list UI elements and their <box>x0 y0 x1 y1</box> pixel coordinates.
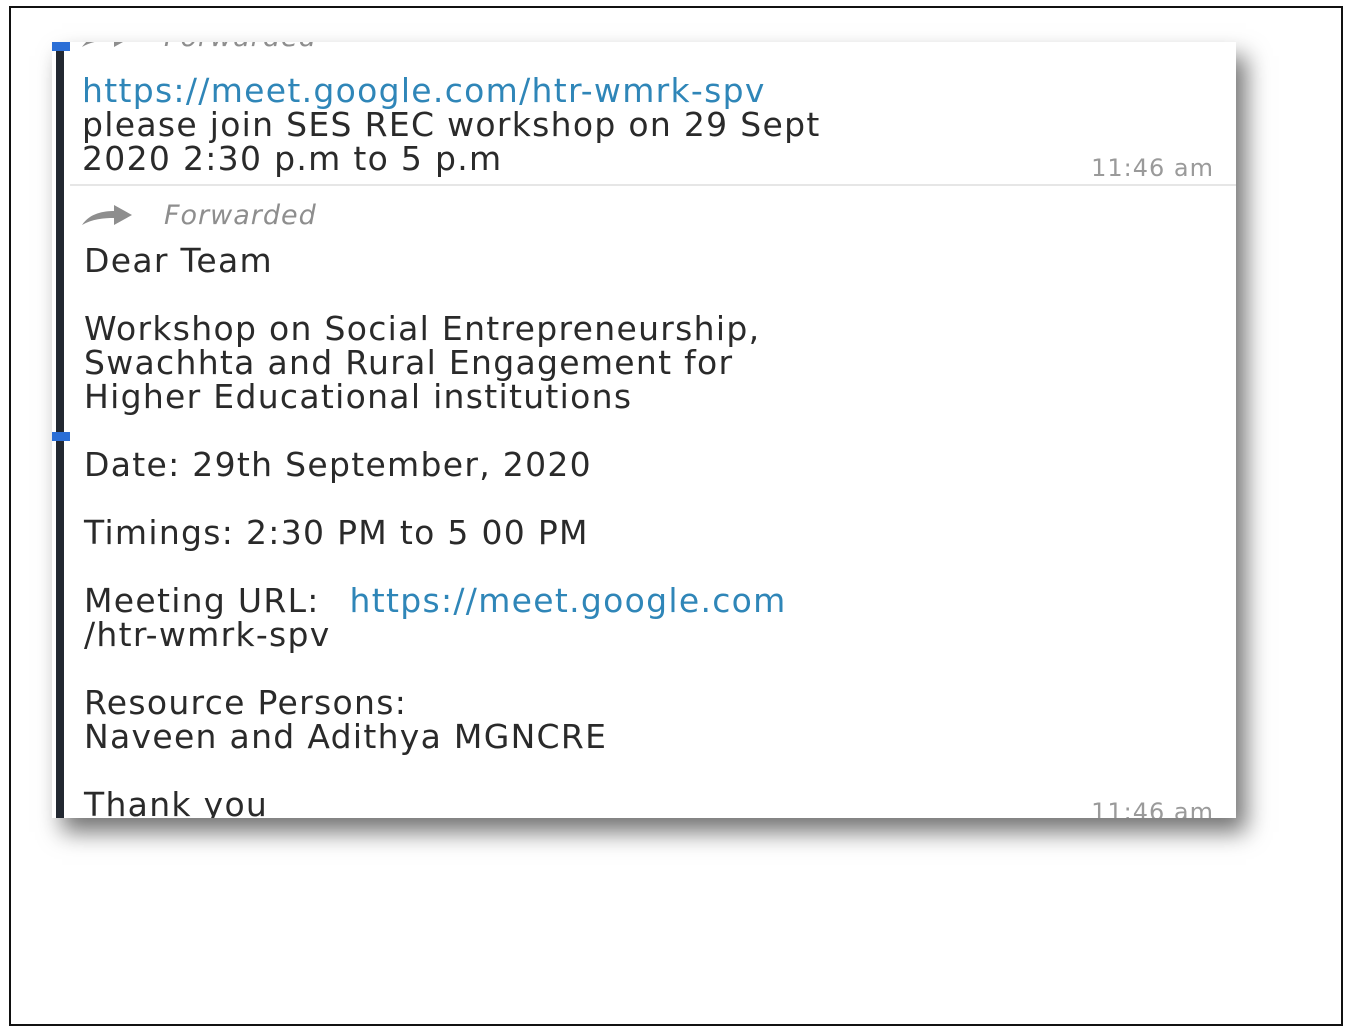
message-1-line1: please join SES REC workshop on 29 Sept <box>82 105 821 144</box>
meeting-url-link-continued[interactable]: /htr-wmrk-spv <box>84 618 1196 652</box>
message-1-line2: 2020 2:30 p.m to 5 p.m <box>82 139 503 178</box>
workshop-title-line3: Higher Educational institutions <box>84 377 633 416</box>
selection-bar <box>56 42 64 818</box>
message-bubble-1[interactable]: Forwarded https://meet.google.com/htr-wm… <box>70 42 1236 186</box>
forwarded-label: Forwarded <box>164 200 317 231</box>
meeting-url-line: Meeting URL: https://meet.google.com <box>84 584 1196 618</box>
forwarded-row: Forwarded <box>80 42 317 53</box>
message-1-body: https://meet.google.com/htr-wmrk-spv <box>82 74 1196 108</box>
message-1-time: 11:46 am <box>1091 154 1214 182</box>
forwarded-label: Forwarded <box>164 42 317 53</box>
message-2-time: 11:46 am <box>1091 798 1214 818</box>
closing-line: Thank you <box>84 785 269 819</box>
resource-label: Resource Persons: <box>84 683 408 722</box>
chat-screenshot: Forwarded https://meet.google.com/htr-wm… <box>52 42 1236 818</box>
workshop-title-line2: Swachhta and Rural Engagement for <box>84 343 734 382</box>
forward-arrow-icon <box>82 42 123 47</box>
forward-arrow-icon <box>82 204 132 225</box>
workshop-title-line1: Workshop on Social Entrepreneurship, <box>84 309 761 348</box>
resource-names: Naveen and Adithya MGNCRE <box>84 717 608 756</box>
timings-line: Timings: 2:30 PM to 5 00 PM <box>84 513 589 552</box>
meeting-url-link[interactable]: https://meet.google.com <box>350 581 787 620</box>
message-bubble-2[interactable]: Forwarded Dear Team Workshop on Social E… <box>70 192 1236 818</box>
greeting: Dear Team <box>84 241 273 280</box>
date-line: Date: 29th September, 2020 <box>84 445 592 484</box>
forwarded-row: Forwarded <box>80 200 317 231</box>
